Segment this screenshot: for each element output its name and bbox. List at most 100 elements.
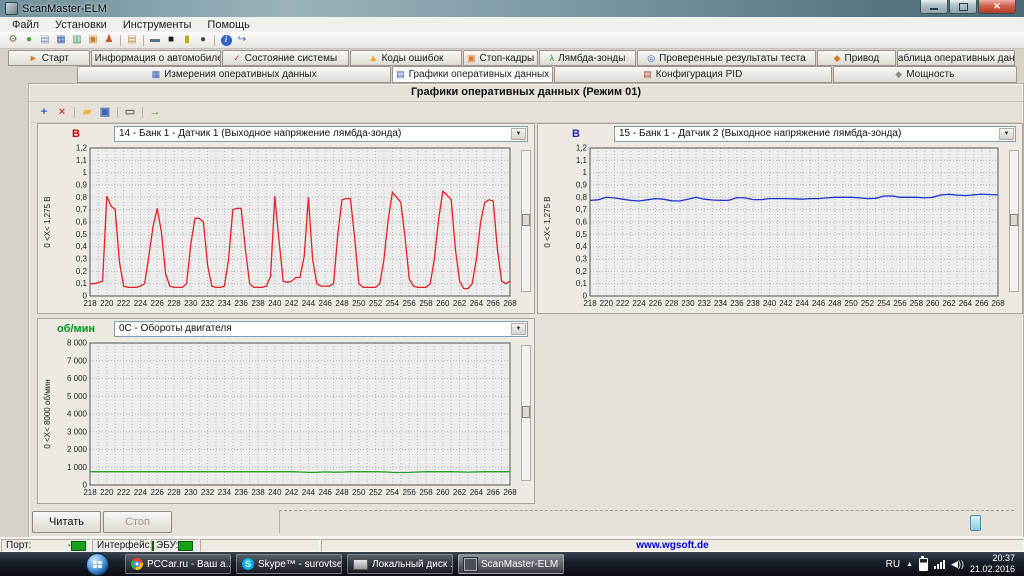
clock[interactable]: 20:37 21.02.2016: [970, 553, 1019, 576]
interface-label: Интерфейс:: [97, 540, 152, 551]
info-icon[interactable]: i: [218, 33, 234, 47]
tab-live-data-graphs[interactable]: ▤Графики оперативных данных: [392, 66, 553, 83]
tab-freeze-frames[interactable]: ▣Стоп-кадры: [463, 50, 538, 66]
connect-icon[interactable]: ⚙: [5, 33, 21, 47]
menu-item-settings[interactable]: Установки: [47, 19, 115, 31]
report-icon[interactable]: ▤: [37, 33, 53, 47]
svg-text:0,1: 0,1: [576, 279, 588, 288]
globe-dark-icon[interactable]: ●: [195, 33, 211, 47]
graph-icon[interactable]: ▥: [69, 33, 85, 47]
slider-thumb[interactable]: [522, 406, 530, 418]
window-title: ScanMaster-ELM: [22, 3, 107, 15]
slider-thumb[interactable]: [1010, 214, 1018, 226]
tab-lambda-sensors[interactable]: λЛямбда-зонды: [539, 50, 636, 66]
svg-text:234: 234: [218, 299, 232, 308]
stop-button[interactable]: Стоп: [103, 511, 172, 533]
print-icon[interactable]: ▭: [121, 104, 139, 120]
pid-selector-1[interactable]: 14 - Банк 1 - Датчик 1 (Выходное напряже…: [114, 126, 528, 142]
menu-item-file[interactable]: Файл: [4, 19, 47, 31]
tab-start[interactable]: ►Старт: [8, 50, 90, 66]
timeline-slider[interactable]: [279, 510, 1014, 533]
svg-text:226: 226: [649, 299, 663, 308]
web-icon[interactable]: ●: [21, 33, 37, 47]
chevron-down-icon[interactable]: ▼: [511, 323, 526, 335]
checklist-icon: ✓: [233, 54, 241, 63]
tab-pid-config[interactable]: ▤Конфигурация PID: [554, 66, 832, 83]
website-link[interactable]: www.wgsoft.de: [636, 540, 708, 551]
menu-item-tools[interactable]: Инструменты: [115, 19, 200, 31]
timeline-slider-thumb[interactable]: [970, 515, 981, 531]
read-button[interactable]: Читать: [32, 511, 101, 533]
chart-panel-rpm: об/мин 0C - Обороты двигателя ▼ 01 0002 …: [37, 318, 535, 504]
pid-selector-2[interactable]: 15 - Банк 1 - Датчик 2 (Выходное напряже…: [614, 126, 1016, 142]
svg-text:224: 224: [632, 299, 646, 308]
svg-text:242: 242: [779, 299, 793, 308]
language-indicator[interactable]: RU: [886, 559, 900, 570]
taskbar-item-skype[interactable]: S Skype™ - surovtse...: [236, 554, 342, 574]
tray-expand-icon[interactable]: ▲: [906, 561, 913, 568]
minimize-button[interactable]: [920, 0, 948, 14]
toolbar-separator: [142, 107, 143, 118]
svg-text:2 000: 2 000: [67, 445, 88, 454]
pid-selector-3[interactable]: 0C - Обороты двигателя ▼: [114, 321, 528, 337]
battery-icon[interactable]: [919, 558, 928, 571]
chevron-down-icon[interactable]: ▼: [999, 128, 1014, 140]
save-icon[interactable]: ▣: [96, 104, 114, 120]
start-button[interactable]: [86, 553, 109, 576]
tab-live-data-measure[interactable]: ▦Измерения оперативных данных: [77, 66, 391, 83]
close-button[interactable]: ✕: [978, 0, 1016, 14]
volume-icon[interactable]: ◀)): [951, 559, 964, 570]
taskbar-item-chrome[interactable]: PCCar.ru - Ваш а...: [125, 554, 231, 574]
svg-text:252: 252: [861, 299, 875, 308]
svg-text:254: 254: [877, 299, 891, 308]
tab-vehicle-info[interactable]: iИнформация о автомобиле: [91, 50, 221, 66]
taskbar-item-scanmaster[interactable]: ScanMaster-ELM: [458, 554, 564, 574]
tab-actuators[interactable]: ◆Привод: [817, 50, 896, 66]
network-icon[interactable]: [934, 559, 945, 569]
svg-text:252: 252: [369, 488, 383, 497]
user-icon[interactable]: ♟: [101, 33, 117, 47]
tab-power[interactable]: ◆Мощность: [833, 66, 1017, 83]
datatable-icon[interactable]: ▦: [53, 33, 69, 47]
page-icon: ▤: [643, 70, 652, 79]
svg-text:1,2: 1,2: [576, 144, 588, 153]
taskbar: PCCar.ru - Ваш а... S Skype™ - surovtse.…: [0, 552, 1024, 576]
taskbar-item-explorer[interactable]: Локальный диск ...: [347, 554, 453, 574]
tab-label: Старт: [42, 53, 69, 64]
vertical-zoom-slider[interactable]: [1009, 150, 1019, 292]
taskbar-item-label: PCCar.ru - Ваш а...: [147, 559, 231, 570]
slider-thumb[interactable]: [522, 214, 530, 226]
svg-text:262: 262: [453, 488, 467, 497]
vertical-zoom-slider[interactable]: [521, 150, 531, 292]
tab-test-results[interactable]: ◎Проверенные результаты теста: [637, 50, 816, 66]
svg-text:262: 262: [453, 299, 467, 308]
export-icon[interactable]: →: [146, 104, 164, 120]
add-graph-icon[interactable]: +: [35, 104, 53, 120]
terminal-icon[interactable]: ■: [163, 33, 179, 47]
open-folder-icon[interactable]: ▰: [78, 104, 96, 120]
screenshot-icon[interactable]: ▣: [85, 33, 101, 47]
tab-label: Стоп-кадры: [480, 53, 535, 64]
svg-text:222: 222: [117, 488, 131, 497]
chart-body: 00,10,20,30,40,50,60,70,80,911,11,221822…: [538, 143, 1022, 314]
maximize-button[interactable]: [949, 0, 977, 14]
tab-live-data-table[interactable]: ▦Таблица оперативных данных: [897, 50, 1015, 66]
svg-text:264: 264: [470, 299, 484, 308]
chevron-down-icon[interactable]: ▼: [511, 128, 526, 140]
vertical-zoom-slider[interactable]: [521, 345, 531, 481]
svg-text:240: 240: [763, 299, 777, 308]
tab-trouble-codes[interactable]: ▲Коды ошибок: [350, 50, 463, 66]
chart-body: 01 0002 0003 0004 0005 0006 0007 0008 00…: [38, 338, 534, 503]
clipboard-icon[interactable]: ▤: [124, 33, 140, 47]
battery-icon[interactable]: ▮: [179, 33, 195, 47]
svg-text:228: 228: [167, 488, 181, 497]
svg-text:218: 218: [583, 299, 597, 308]
exit-icon[interactable]: ↪: [234, 33, 250, 47]
remove-graph-icon[interactable]: ×: [53, 104, 71, 120]
svg-text:264: 264: [959, 299, 973, 308]
minimize-icon: [930, 8, 938, 10]
tab-system-status[interactable]: ✓Состояние системы: [222, 50, 349, 66]
tab-row-secondary: ▦Измерения оперативных данных ▤Графики о…: [77, 66, 1018, 83]
menu-item-help[interactable]: Помощь: [199, 19, 258, 31]
chat-icon[interactable]: ▬: [147, 33, 163, 47]
